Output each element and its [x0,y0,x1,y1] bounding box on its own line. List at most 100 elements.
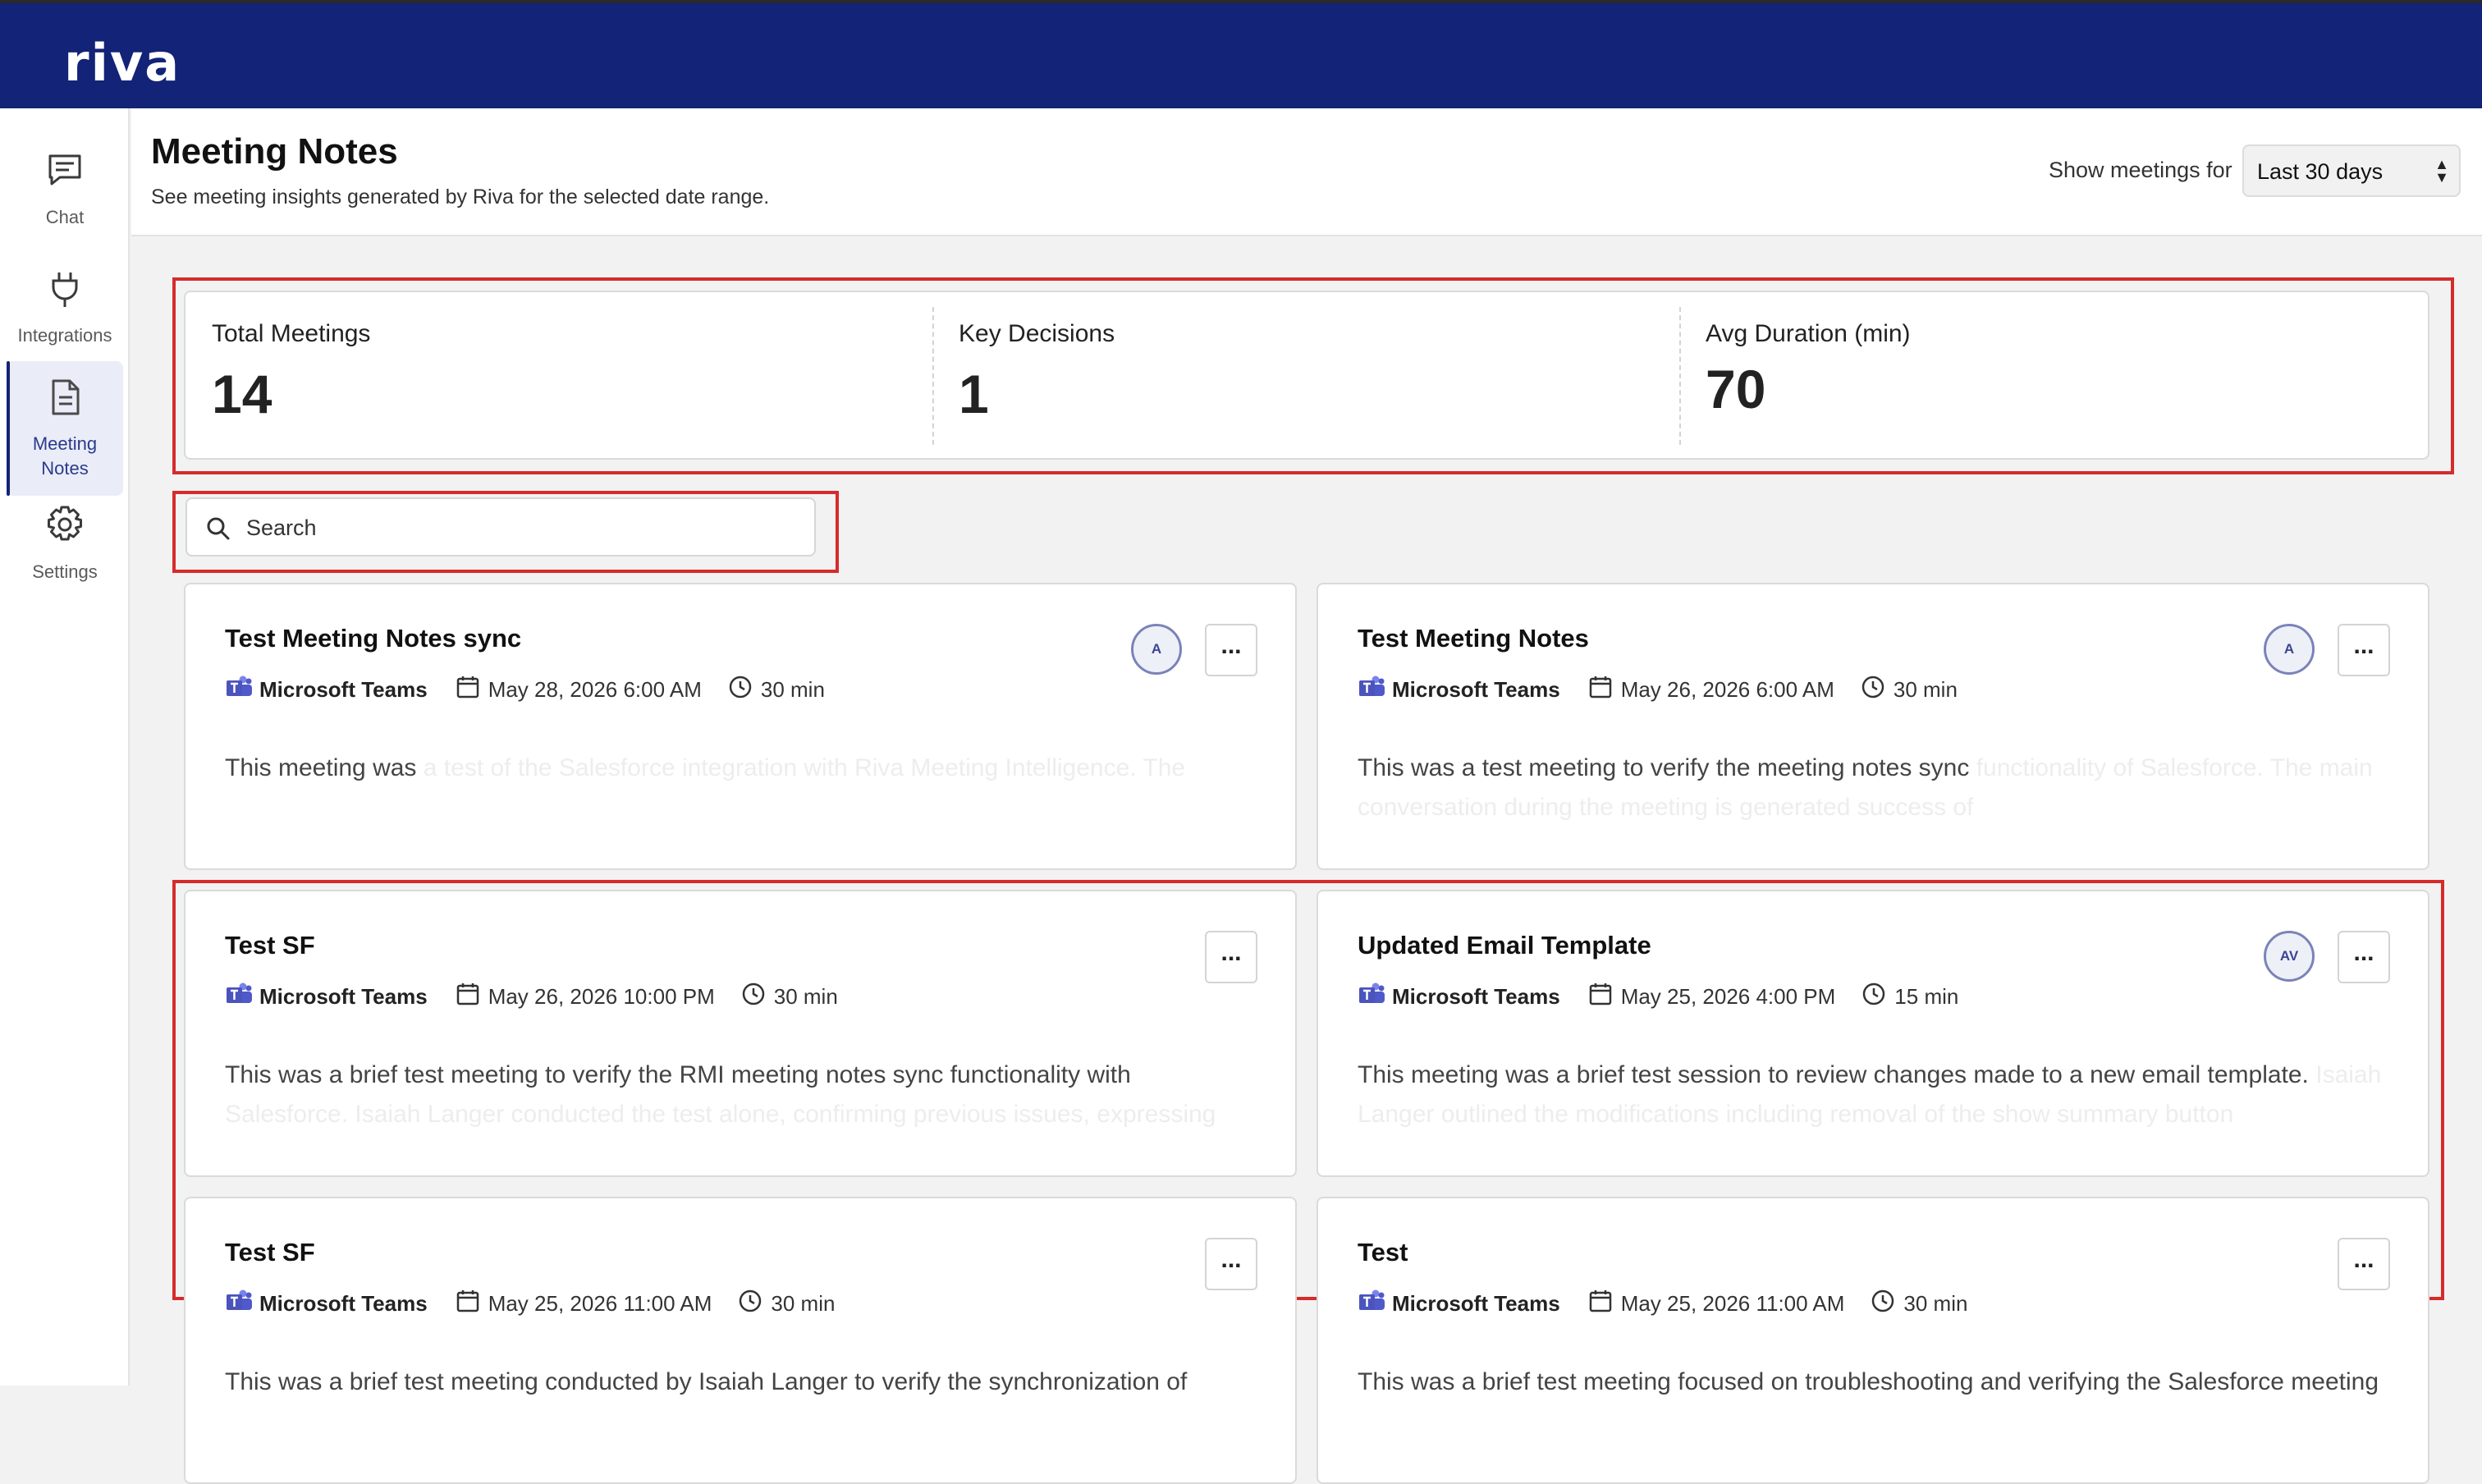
meeting-platform: Microsoft Teams [1392,983,1560,1009]
summary-text: This was a brief test meeting focused on… [1358,1368,2379,1395]
summary-text: This meeting was a brief test session to… [1358,1061,2309,1088]
riva-logo[interactable]: riva [64,33,181,93]
sidebar-item-chat[interactable]: Chat [7,121,123,256]
avatar[interactable]: A [2264,624,2315,675]
clock-icon [738,1289,762,1319]
meeting-summary: This was a test meeting to verify the me… [1358,749,2392,827]
meeting-title[interactable]: Test [1358,1238,1408,1267]
meeting-platform: Microsoft Teams [1392,1290,1560,1316]
main-content: Meeting Notes See meeting insights gener… [131,108,2482,1484]
page-header: Meeting Notes See meeting insights gener… [131,108,2482,236]
meeting-card[interactable]: Test Meeting Notes sync A ... Microsoft … [184,583,1297,870]
meeting-date: May 25, 2026 11:00 AM [488,1290,712,1316]
sidebar-item-label: Meeting Notes [32,433,98,479]
clock-icon [741,982,766,1012]
meeting-card[interactable]: Test SF ... Microsoft Teams May 26, 2026… [184,890,1297,1177]
top-bar: riva [0,0,2482,108]
meeting-date: May 25, 2026 11:00 AM [1620,1290,1845,1316]
date-range-select[interactable]: Last 30 days ▲ ▼ [2242,144,2461,197]
meeting-meta: Microsoft Teams May 26, 2026 6:00 AM 30 … [1358,675,1958,704]
stat-key-decisions: Key Decisions 1 [932,292,1679,458]
summary-faded-text: Salesforce. Isaiah Langer conducted the … [225,1101,1216,1128]
meeting-title[interactable]: Test Meeting Notes sync [225,624,521,653]
avatar[interactable]: A [1131,624,1182,675]
meeting-summary: This was a brief test meeting conducted … [225,1363,1259,1402]
more-options-button[interactable]: ... [1205,1238,1257,1290]
meeting-title[interactable]: Test Meeting Notes [1358,624,1589,653]
summary-text: This was a brief test meeting to verify … [225,1061,1131,1088]
meeting-duration: 30 min [771,1290,836,1316]
meeting-card[interactable]: Updated Email Template AV ... Microsoft … [1317,890,2429,1177]
meeting-meta: Microsoft Teams May 26, 2026 10:00 PM 30… [225,982,838,1011]
meeting-meta: Microsoft Teams May 25, 2026 4:00 PM 15 … [1358,982,1958,1011]
meeting-title[interactable]: Updated Email Template [1358,931,1651,960]
search-placeholder: Search [246,515,317,540]
stat-label: Avg Duration (min) [1706,320,1911,347]
teams-icon [225,675,253,705]
meeting-summary: This meeting was a brief test session to… [1358,1056,2392,1134]
search-input[interactable]: Search [185,497,816,556]
meeting-card[interactable]: Test SF ... Microsoft Teams May 25, 2026… [184,1197,1297,1484]
plug-icon [45,269,85,315]
meeting-card[interactable]: Test ... Microsoft Teams May 25, 2026 11… [1317,1197,2429,1484]
meeting-platform: Microsoft Teams [259,676,428,702]
meeting-platform: Microsoft Teams [259,983,428,1009]
calendar-icon [1588,1289,1613,1319]
meeting-title[interactable]: Test SF [225,1238,315,1267]
more-options-button[interactable]: ... [2338,1238,2390,1290]
teams-icon [225,982,253,1012]
summary-text: This was a brief test meeting conducted … [225,1368,1188,1395]
teams-icon [1358,982,1385,1012]
meeting-duration: 30 min [773,983,838,1009]
summary-faded-text: a test of the Salesforce integration wit… [423,754,1186,781]
meeting-summary: This meeting was a test of the Salesforc… [225,749,1259,788]
stats-panel: Total Meetings 14 Key Decisions 1 Avg Du… [184,291,2429,460]
summary-text: This was a test meeting to verify the me… [1358,754,1970,781]
meeting-date: May 28, 2026 6:00 AM [488,676,702,702]
meeting-duration: 30 min [760,676,825,702]
page-title: Meeting Notes [151,131,398,172]
meeting-date: May 26, 2026 6:00 AM [1620,676,1834,702]
avatar[interactable]: AV [2264,931,2315,982]
sidebar-item-settings[interactable]: Settings [7,478,123,612]
clock-icon [1871,1289,1895,1319]
meeting-title[interactable]: Test SF [225,931,315,960]
stat-label: Key Decisions [959,320,1115,347]
stat-value: 1 [959,364,989,424]
sidebar-item-integrations[interactable]: Integrations [7,240,123,374]
meeting-meta: Microsoft Teams May 25, 2026 11:00 AM 30… [225,1289,835,1318]
sidebar: Chat Integrations Meeting Notes Settings [0,108,130,1386]
meeting-summary: This was a brief test meeting focused on… [1358,1363,2392,1402]
more-options-button[interactable]: ... [2338,624,2390,676]
teams-icon [1358,675,1385,705]
meeting-meta: Microsoft Teams May 25, 2026 11:00 AM 30… [1358,1289,1967,1318]
select-arrows-icon: ▲ ▼ [2434,156,2449,186]
chat-icon [45,151,85,197]
sidebar-item-label: Chat [45,207,85,227]
sidebar-item-label: Settings [32,561,98,582]
meeting-duration: 30 min [1893,676,1958,702]
stat-value: 70 [1706,359,1766,419]
meeting-platform: Microsoft Teams [259,1290,428,1316]
stat-value: 14 [212,364,272,424]
teams-icon [1358,1289,1385,1319]
sidebar-item-meeting-notes[interactable]: Meeting Notes [7,361,123,496]
sidebar-item-label: Integrations [17,325,112,346]
clock-icon [1862,982,1886,1012]
meeting-summary: This was a brief test meeting to verify … [225,1056,1259,1134]
calendar-icon [1588,982,1613,1012]
more-options-button[interactable]: ... [2338,931,2390,983]
calendar-icon [456,675,480,705]
meeting-platform: Microsoft Teams [1392,676,1560,702]
meeting-meta: Microsoft Teams May 28, 2026 6:00 AM 30 … [225,675,825,704]
more-options-button[interactable]: ... [1205,931,1257,983]
clock-icon [728,675,753,705]
meeting-card[interactable]: Test Meeting Notes A ... Microsoft Teams… [1317,583,2429,870]
meeting-date: May 26, 2026 10:00 PM [488,983,715,1009]
more-options-button[interactable]: ... [1205,624,1257,676]
calendar-icon [1588,675,1613,705]
date-range-label: Show meetings for [2049,158,2232,182]
meeting-date: May 25, 2026 4:00 PM [1620,983,1836,1009]
document-icon [45,378,85,424]
clock-icon [1861,675,1885,705]
